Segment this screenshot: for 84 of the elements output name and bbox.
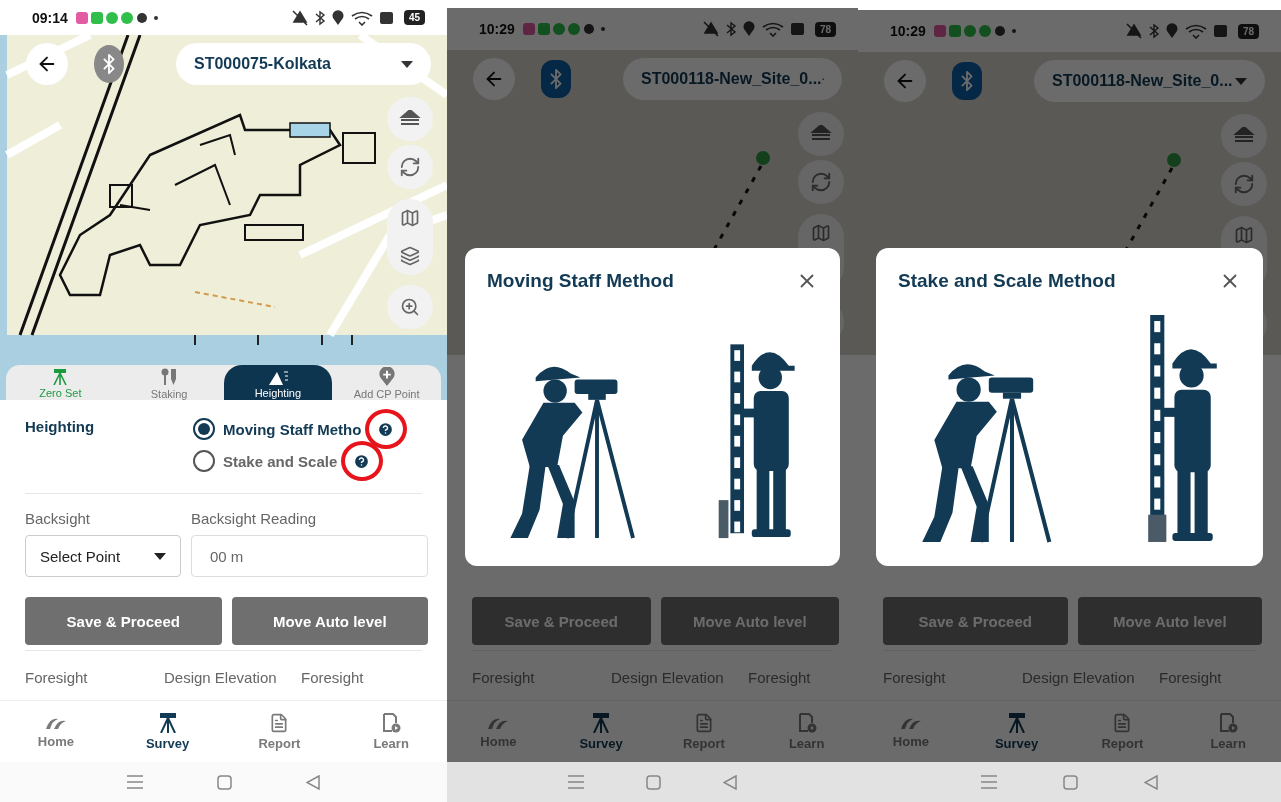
refresh-icon (399, 156, 421, 178)
nav-tab[interactable]: Report (1069, 701, 1176, 762)
pin-plus-icon (377, 367, 396, 386)
battery-level: 78 (814, 21, 836, 37)
site-dropdown[interactable]: ST000075-Kolkata (176, 43, 431, 85)
reading-input-field[interactable]: 00 m (191, 535, 428, 577)
status-time: 10:29 (890, 23, 926, 39)
back-triangle-icon[interactable] (1144, 774, 1158, 790)
help-icon[interactable] (353, 452, 371, 470)
refresh-button[interactable] (798, 160, 844, 204)
home-square-icon[interactable] (646, 774, 661, 790)
back-triangle-icon[interactable] (306, 774, 320, 790)
point-select[interactable]: Select Point (25, 535, 181, 577)
help-glyph (353, 452, 371, 470)
field-label: Backsight (25, 510, 92, 527)
nav-tab[interactable]: Report (652, 701, 756, 762)
action-button[interactable]: Move Auto level (231, 597, 428, 645)
nav-tab[interactable]: Learn (1175, 701, 1281, 762)
column-header: Foresight (25, 669, 89, 686)
layers-icon (400, 246, 420, 266)
column-header: Design Elevation (611, 669, 725, 686)
status-time: 09:14 (32, 9, 68, 26)
pins-icon (160, 367, 179, 386)
column-header: Foresight (1159, 669, 1223, 686)
document-play-icon (796, 712, 817, 733)
stack-up-icon (399, 110, 421, 128)
nav-tab[interactable]: Learn (755, 701, 858, 762)
nav-tab[interactable]: Learn (335, 701, 447, 762)
tool-tab[interactable]: Zero Set (6, 365, 115, 400)
radio-button[interactable] (193, 418, 215, 440)
method-label: Moving Staff Metho (223, 420, 362, 438)
tripod-icon (51, 368, 70, 385)
column-header: Foresight (883, 669, 947, 686)
menu-icon[interactable] (127, 775, 143, 789)
refresh-button[interactable] (1221, 162, 1267, 206)
dialog-title: Moving Staff Method (487, 270, 674, 292)
refresh-icon (810, 171, 832, 193)
refresh-icon (1233, 173, 1255, 195)
zoom-icon (400, 297, 420, 317)
home-square-icon[interactable] (217, 774, 232, 790)
map-icon (400, 208, 420, 228)
document-icon (1112, 712, 1133, 733)
menu-icon[interactable] (981, 775, 997, 789)
home-square-icon[interactable] (1063, 774, 1078, 790)
nav-tab[interactable]: Home (858, 701, 964, 762)
battery-level: 45 (403, 10, 425, 25)
map-icon (1234, 225, 1254, 245)
column-header: Design Elevation (164, 669, 278, 686)
nav-tab[interactable]: Report (223, 701, 336, 762)
document-play-icon (1218, 712, 1239, 733)
battery-level: 78 (1237, 23, 1259, 39)
column-header: Foresight (472, 669, 536, 686)
status-time: 10:29 (479, 21, 515, 37)
document-icon (269, 712, 290, 733)
layers-up-button[interactable] (1221, 114, 1267, 158)
back-triangle-icon[interactable] (723, 774, 737, 790)
tool-tab[interactable]: Add CP Point (332, 365, 441, 400)
tool-tab[interactable]: Staking (114, 365, 224, 400)
tool-tab[interactable]: Heighting (223, 365, 333, 400)
nav-tab[interactable]: Home (0, 701, 112, 762)
document-play-icon (381, 712, 402, 733)
column-header: Foresight (301, 669, 365, 686)
menu-icon[interactable] (568, 775, 584, 789)
radio-button[interactable] (193, 450, 215, 472)
dialog-title: Stake and Scale Method (898, 270, 1116, 292)
layers-up-button[interactable] (798, 112, 844, 156)
nav-tab[interactable]: Survey (549, 701, 653, 762)
site-dropdown[interactable]: ST000118-New_Site_0... (623, 58, 842, 100)
action-button[interactable]: Save & Proceed (25, 597, 222, 645)
nav-tab[interactable]: Survey (963, 701, 1070, 762)
field-label: Backsight Reading (191, 510, 318, 527)
nav-tab[interactable]: Survey (111, 701, 224, 762)
help-glyph (377, 420, 395, 438)
slope-icon (266, 368, 289, 385)
site-dropdown[interactable]: ST000118-New_Site_0... (1034, 60, 1265, 102)
help-icon[interactable] (377, 420, 395, 438)
method-label: Stake and Scale (223, 452, 338, 470)
column-header: Design Elevation (1022, 669, 1136, 686)
nav-tab[interactable]: Home (447, 701, 550, 762)
stack-up-icon (810, 125, 832, 143)
map-icon (811, 223, 831, 243)
section-label: Heighting (25, 418, 96, 437)
stack-up-icon (1233, 127, 1255, 145)
column-header: Foresight (748, 669, 812, 686)
